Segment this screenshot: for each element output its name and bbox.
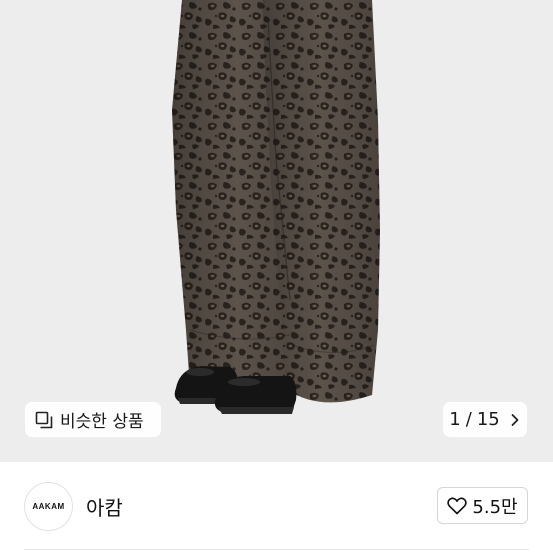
product-image[interactable]: 비슷한 상품 1 / 15 xyxy=(0,0,553,462)
similar-products-label: 비슷한 상품 xyxy=(60,412,144,432)
page-separator: / xyxy=(465,409,472,430)
total-pages: 15 xyxy=(476,409,500,430)
shop-info-row: AAKAM 아캄 5.5만 xyxy=(0,462,553,553)
shop-avatar[interactable]: AAKAM xyxy=(24,482,73,531)
chevron-right-icon[interactable] xyxy=(509,413,521,427)
current-page: 1 xyxy=(449,409,461,430)
image-pager[interactable]: 1 / 15 xyxy=(443,402,527,437)
product-photo xyxy=(172,0,380,414)
like-count: 5.5만 xyxy=(472,496,518,518)
like-button[interactable]: 5.5만 xyxy=(437,487,528,524)
similar-products-button[interactable]: 비슷한 상품 xyxy=(25,402,161,437)
shop-name[interactable]: 아캄 xyxy=(86,492,123,521)
shop-avatar-text: AAKAM xyxy=(32,502,65,511)
copy-squares-icon xyxy=(35,411,53,429)
heart-outline-icon xyxy=(447,496,468,515)
divider xyxy=(24,549,529,550)
